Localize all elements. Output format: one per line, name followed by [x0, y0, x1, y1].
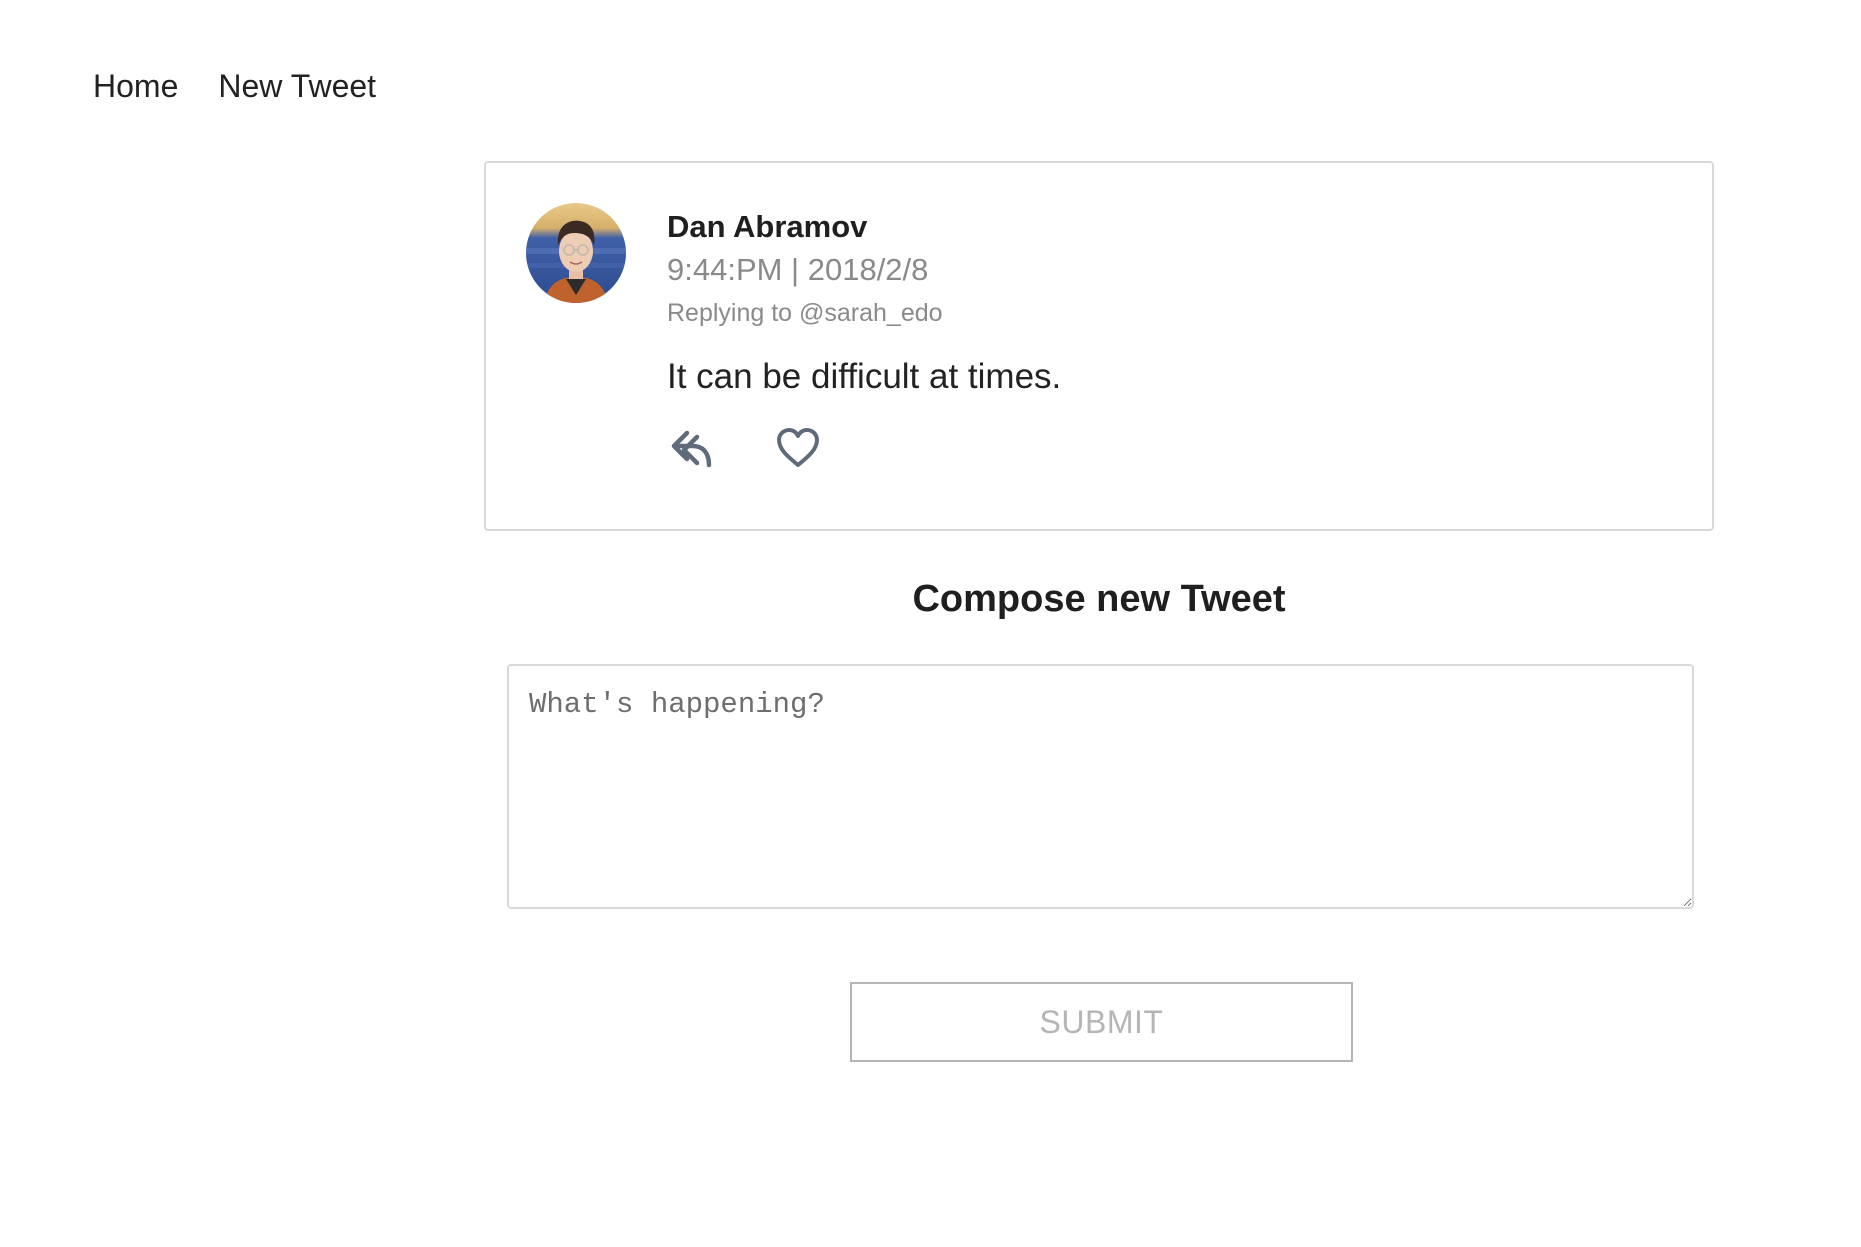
reply-icon	[671, 430, 712, 468]
nav-home-link[interactable]: Home	[93, 66, 178, 106]
tweet-card[interactable]: Dan Abramov 9:44:PM | 2018/2/8 Replying …	[484, 161, 1714, 531]
replying-to-link[interactable]: Replying to @sarah_edo	[667, 296, 1672, 330]
tweet-timestamp: 9:44:PM | 2018/2/8	[667, 252, 929, 287]
heart-icon	[777, 428, 819, 467]
tweet-text: It can be difficult at times.	[667, 357, 1062, 396]
submit-button[interactable]: SUBMIT	[850, 982, 1353, 1062]
top-nav: Home New Tweet	[93, 66, 376, 106]
avatar-image	[526, 203, 626, 303]
compose-title: Compose new Tweet	[912, 578, 1286, 620]
like-button[interactable]	[773, 424, 823, 472]
tweet-actions	[667, 424, 1672, 472]
author-name: Dan Abramov	[667, 209, 868, 244]
nav-new-tweet-link[interactable]: New Tweet	[218, 66, 376, 106]
avatar	[526, 203, 626, 303]
tweet-body: Dan Abramov 9:44:PM | 2018/2/8 Replying …	[667, 207, 1672, 472]
reply-button[interactable]	[667, 424, 717, 472]
tweet-compose-input[interactable]	[507, 664, 1694, 909]
